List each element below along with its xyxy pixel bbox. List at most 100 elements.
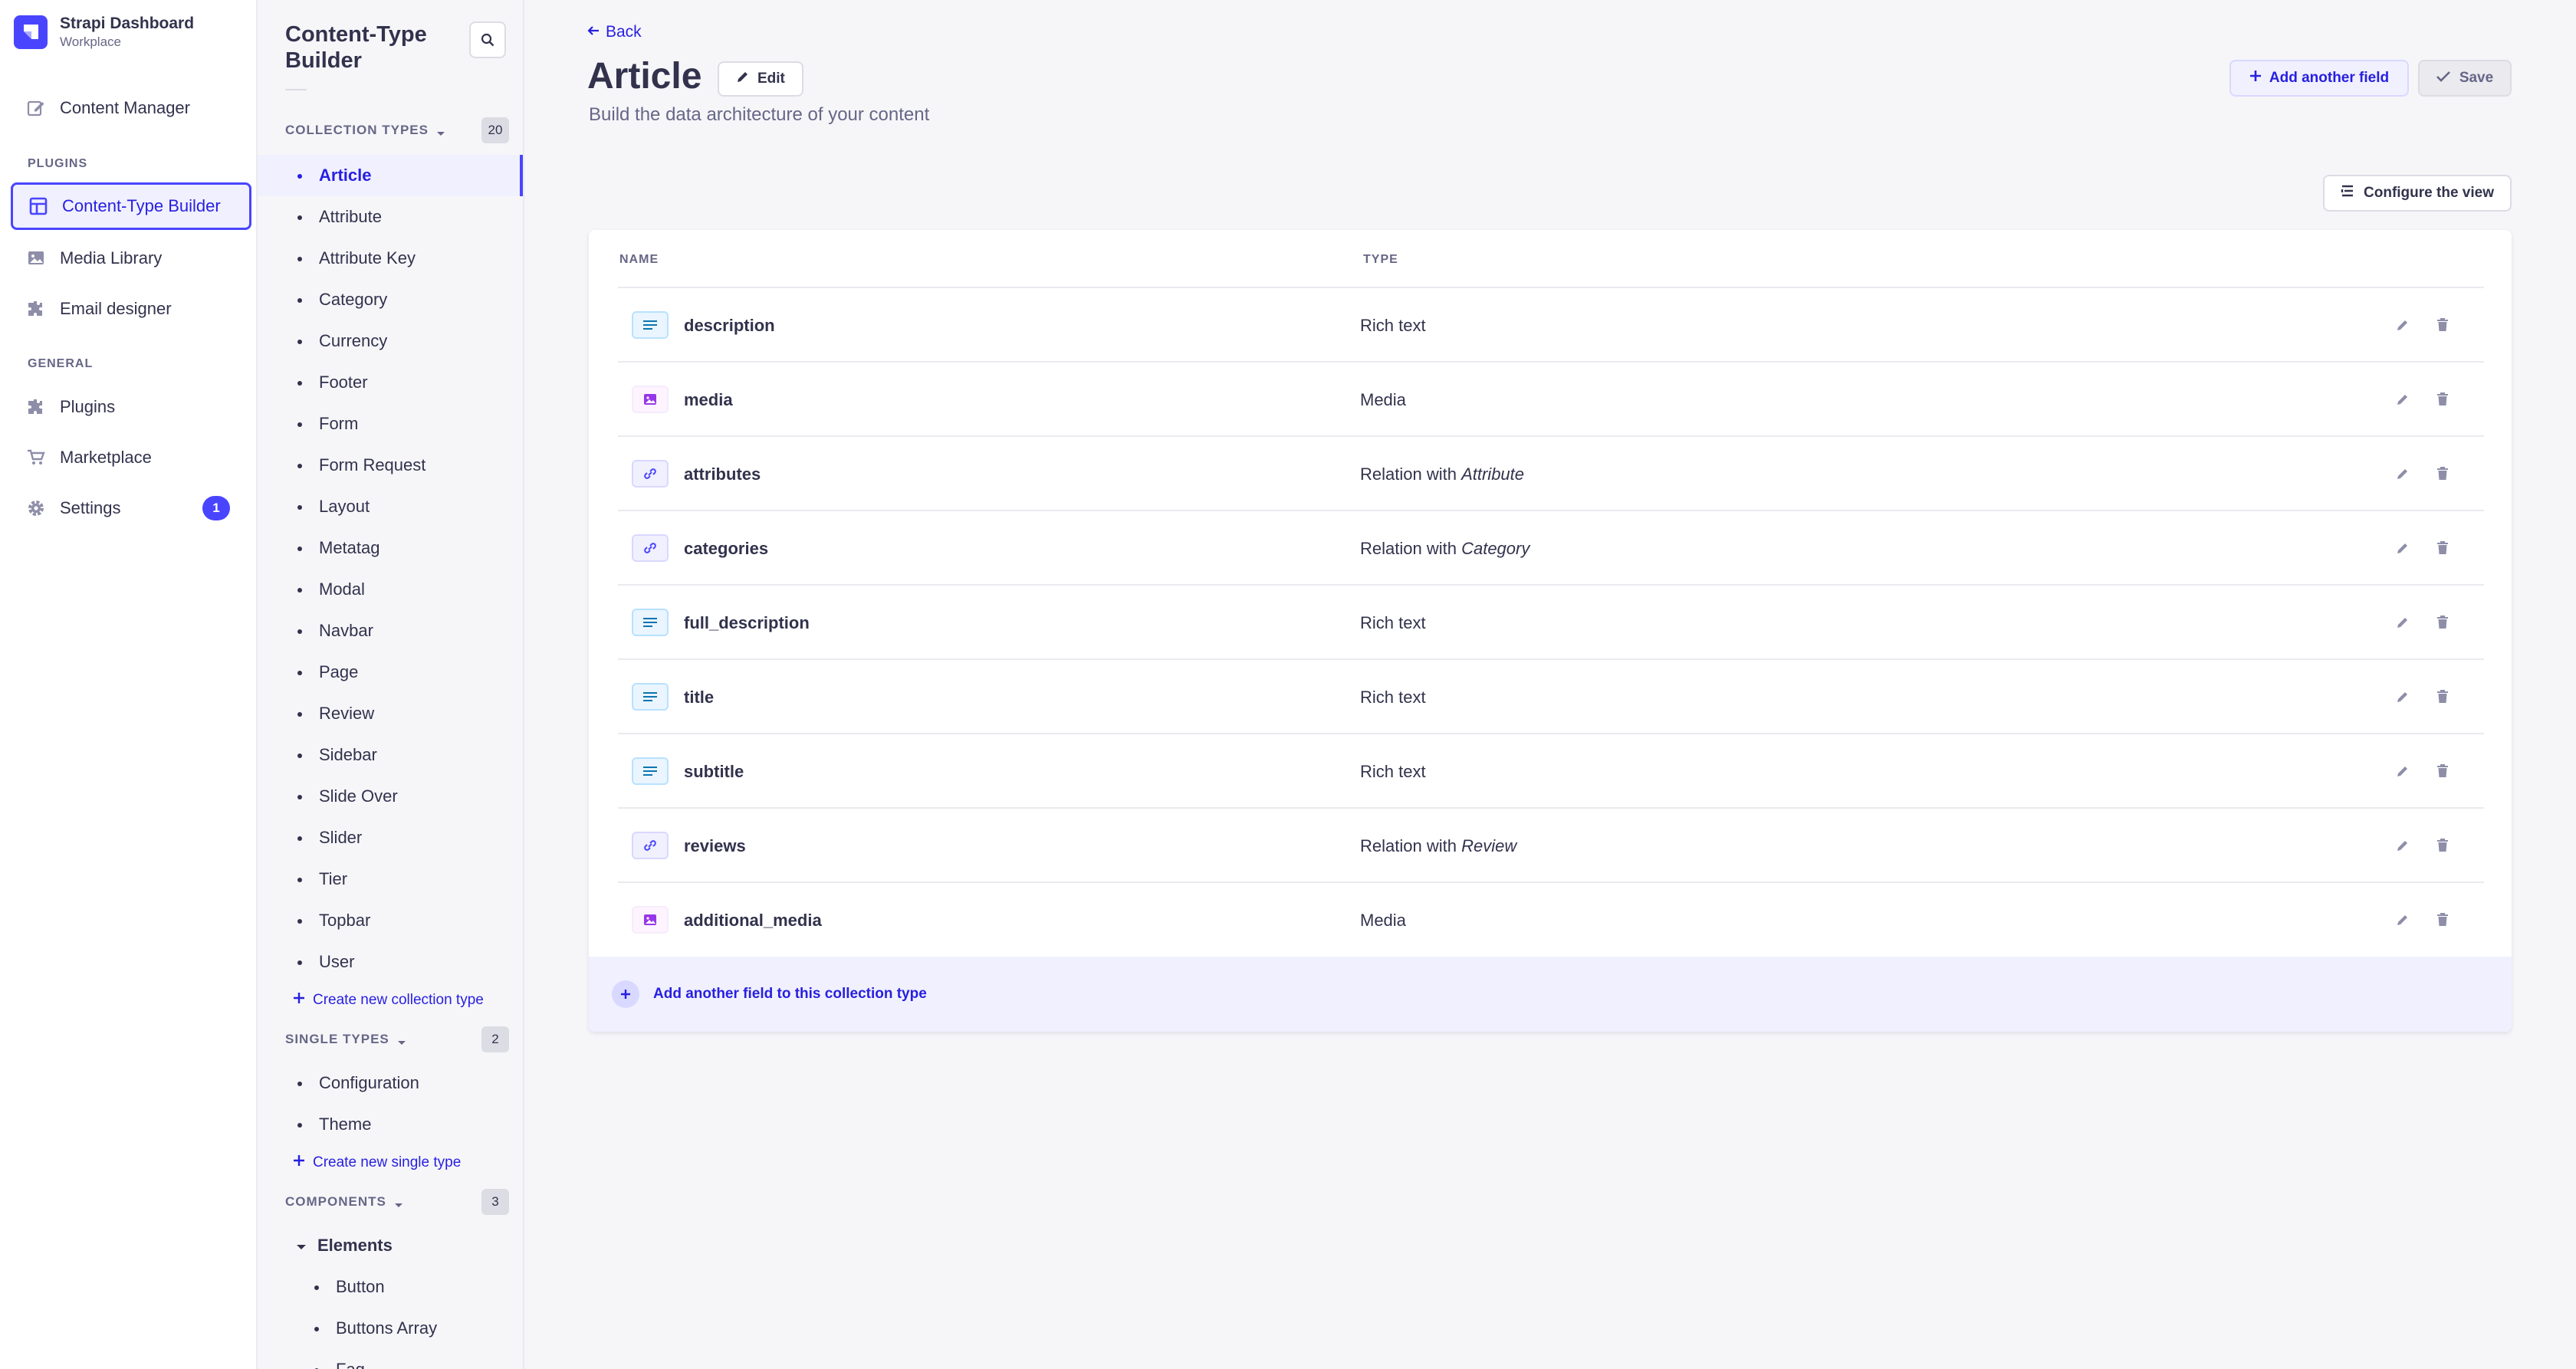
main-nav: Strapi Dashboard Workplace Content Manag… — [0, 0, 258, 1369]
media-icon — [632, 386, 669, 413]
component-item[interactable]: Button — [258, 1266, 523, 1308]
delete-field-icon[interactable] — [2432, 612, 2453, 633]
table-row[interactable]: subtitle Rich text — [618, 733, 2484, 807]
save-label: Save — [2459, 70, 2494, 86]
collection-item[interactable]: User — [258, 941, 523, 983]
search-button[interactable] — [469, 21, 506, 58]
create-collection-type-link[interactable]: Create new collection type — [293, 992, 484, 1009]
brand[interactable]: Strapi Dashboard Workplace — [14, 14, 194, 51]
field-name: reviews — [684, 836, 746, 855]
table-row[interactable]: media Media — [618, 361, 2484, 435]
table-row[interactable]: title Rich text — [618, 658, 2484, 733]
edit-field-icon[interactable] — [2392, 389, 2413, 410]
delete-field-icon[interactable] — [2432, 314, 2453, 336]
collection-item[interactable]: Category — [258, 279, 523, 320]
component-item[interactable]: Faq — [258, 1349, 523, 1369]
edit-content-type-button[interactable]: Edit — [718, 61, 803, 97]
edit-label: Edit — [757, 71, 785, 87]
single-type-item[interactable]: Configuration — [258, 1062, 523, 1104]
add-field-row-label: Add another field to this collection typ… — [653, 986, 927, 1002]
collection-item[interactable]: Form — [258, 403, 523, 445]
nav-media-library[interactable]: Media Library — [11, 235, 251, 282]
collection-item[interactable]: Review — [258, 693, 523, 734]
table-row[interactable]: additional_media Media — [618, 881, 2484, 956]
column-header-type: TYPE — [1363, 253, 1398, 266]
nav-label: Media Library — [60, 248, 163, 268]
collection-item[interactable]: Slide Over — [258, 776, 523, 817]
collection-item[interactable]: Tier — [258, 858, 523, 900]
delete-field-icon[interactable] — [2432, 835, 2453, 856]
table-row[interactable]: categories Relation with Category — [618, 510, 2484, 584]
collection-item[interactable]: Modal — [258, 569, 523, 610]
back-link[interactable]: Back — [587, 23, 642, 41]
collection-item[interactable]: Footer — [258, 362, 523, 403]
delete-field-icon[interactable] — [2432, 686, 2453, 707]
collection-types-count: 20 — [481, 117, 509, 143]
edit-field-icon[interactable] — [2392, 835, 2413, 856]
component-item[interactable]: Buttons Array — [258, 1308, 523, 1349]
edit-field-icon[interactable] — [2392, 909, 2413, 931]
edit-field-icon[interactable] — [2392, 760, 2413, 782]
add-field-to-collection-button[interactable]: Add another field to this collection typ… — [589, 957, 2512, 1032]
component-group-elements[interactable]: Elements — [258, 1225, 523, 1266]
nav-settings[interactable]: Settings 1 — [11, 484, 251, 532]
nav-plugins[interactable]: Plugins — [11, 383, 251, 431]
nav-content-type-builder[interactable]: Content-Type Builder — [11, 182, 251, 230]
collection-item[interactable]: Form Request — [258, 445, 523, 486]
nav-email-designer[interactable]: Email designer — [11, 285, 251, 333]
collection-item[interactable]: Layout — [258, 486, 523, 527]
caret-down-icon — [436, 118, 445, 143]
configure-view-button[interactable]: Configure the view — [2323, 175, 2512, 212]
single-type-item[interactable]: Theme — [258, 1104, 523, 1145]
collection-item[interactable]: Slider — [258, 817, 523, 858]
collection-item-article[interactable]: Article — [258, 155, 523, 196]
field-type: Relation with Category — [1360, 539, 1530, 558]
collection-item[interactable]: Currency — [258, 320, 523, 362]
single-types-header[interactable]: SINGLE TYPES 2 — [285, 1026, 509, 1053]
collection-item[interactable]: Page — [258, 652, 523, 693]
edit-field-icon[interactable] — [2392, 537, 2413, 559]
collection-types-header[interactable]: COLLECTION TYPES 20 — [285, 117, 509, 144]
page-subtitle: Build the data architecture of your cont… — [589, 104, 930, 125]
nav-content-manager[interactable]: Content Manager — [11, 84, 251, 132]
delete-field-icon[interactable] — [2432, 909, 2453, 931]
field-name: media — [684, 390, 733, 409]
field-type: Media — [1360, 911, 1406, 930]
create-single-type-link[interactable]: Create new single type — [293, 1154, 461, 1171]
edit-field-icon[interactable] — [2392, 314, 2413, 336]
field-type: Relation with Review — [1360, 836, 1517, 855]
field-type: Rich text — [1360, 762, 1426, 781]
nav-label: Plugins — [60, 397, 116, 416]
gear-icon — [26, 498, 46, 518]
edit-field-icon[interactable] — [2392, 463, 2413, 484]
delete-field-icon[interactable] — [2432, 537, 2453, 559]
nav-marketplace[interactable]: Marketplace — [11, 434, 251, 481]
edit-field-icon[interactable] — [2392, 612, 2413, 633]
collection-item[interactable]: Navbar — [258, 610, 523, 652]
create-single-type-label: Create new single type — [313, 1154, 462, 1170]
app-title: Strapi Dashboard — [60, 15, 195, 32]
collection-item[interactable]: Attribute — [258, 196, 523, 238]
collection-item[interactable]: Sidebar — [258, 734, 523, 776]
table-row[interactable]: description Rich text — [618, 287, 2484, 361]
nav-label: Content Manager — [60, 98, 190, 117]
nav-label: Content-Type Builder — [62, 196, 221, 215]
rich-text-icon — [632, 609, 669, 636]
edit-field-icon[interactable] — [2392, 686, 2413, 707]
delete-field-icon[interactable] — [2432, 389, 2453, 410]
components-header[interactable]: COMPONENTS 3 — [285, 1188, 509, 1216]
delete-field-icon[interactable] — [2432, 760, 2453, 782]
add-another-field-button[interactable]: Add another field — [2229, 60, 2409, 97]
field-type: Relation with Attribute — [1360, 465, 1525, 484]
delete-field-icon[interactable] — [2432, 463, 2453, 484]
table-row[interactable]: full_description Rich text — [618, 584, 2484, 658]
collection-item[interactable]: Metatag — [258, 527, 523, 569]
field-name: description — [684, 316, 775, 335]
save-button[interactable]: Save — [2418, 60, 2512, 97]
collection-item[interactable]: Topbar — [258, 900, 523, 941]
table-row[interactable]: reviews Relation with Review — [618, 807, 2484, 881]
table-row[interactable]: attributes Relation with Attribute — [618, 435, 2484, 510]
collection-item[interactable]: Attribute Key — [258, 238, 523, 279]
column-header-name: NAME — [619, 253, 659, 266]
layout-icon — [28, 196, 48, 216]
